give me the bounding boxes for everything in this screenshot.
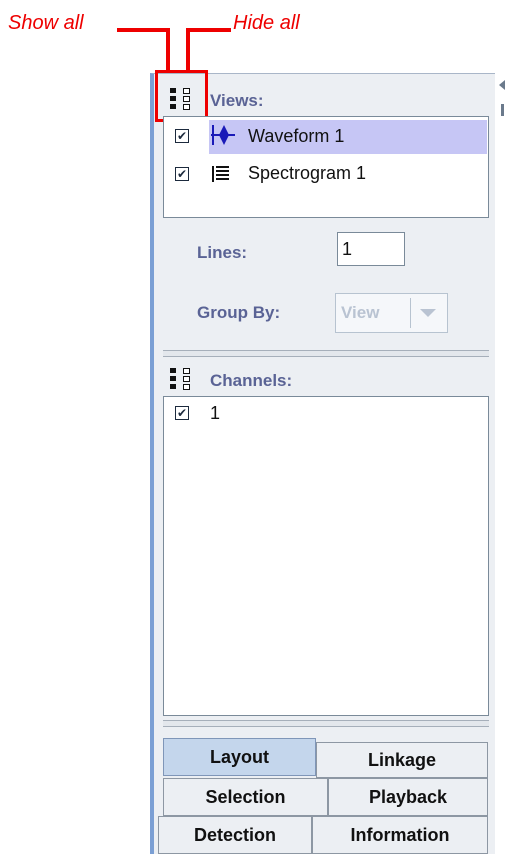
hide-all-callout: Hide all (233, 12, 300, 34)
group-by-value: View (341, 303, 380, 322)
group-by-label: Group By: (197, 303, 281, 322)
show-all-icon[interactable] (168, 88, 178, 110)
tab-layout[interactable]: Layout (163, 738, 316, 776)
tab-information[interactable]: Information (312, 816, 488, 854)
channels-item-checkbox[interactable]: ✔ (175, 406, 189, 420)
group-by-separator (410, 298, 411, 328)
hide-all-channels-icon[interactable] (182, 368, 192, 390)
group-by-select[interactable]: View (335, 293, 448, 333)
bottom-divider[interactable] (163, 720, 489, 727)
tab-playback[interactable]: Playback (328, 778, 488, 816)
scroll-left-icon[interactable] (499, 80, 505, 90)
hide-all-icon[interactable] (182, 88, 192, 110)
tab-selection[interactable]: Selection (163, 778, 328, 816)
tab-detection[interactable]: Detection (158, 816, 312, 854)
channels-list[interactable] (163, 396, 489, 716)
show-all-callout: Show all (8, 12, 84, 34)
hide-all-leader-line (186, 28, 231, 32)
views-item-label[interactable]: Spectrogram 1 (248, 163, 366, 184)
channels-item-label[interactable]: 1 (210, 403, 220, 424)
hide-all-leader-drop (186, 28, 190, 73)
channels-title: Channels: (210, 371, 293, 390)
views-title: Views: (210, 91, 264, 110)
split-divider[interactable] (163, 350, 489, 357)
chevron-down-icon[interactable] (420, 309, 436, 317)
waveform-icon (211, 123, 235, 147)
show-all-channels-icon[interactable] (168, 368, 178, 390)
panel-edge (501, 104, 504, 116)
show-all-leader-line (117, 28, 170, 32)
views-item-label[interactable]: Waveform 1 (248, 126, 344, 147)
views-item-checkbox[interactable]: ✔ (175, 167, 189, 181)
lines-label: Lines: (197, 243, 248, 262)
spectrogram-icon (211, 164, 231, 184)
show-all-leader-drop (166, 28, 170, 73)
tab-linkage[interactable]: Linkage (316, 742, 488, 778)
views-item-checkbox[interactable]: ✔ (175, 129, 189, 143)
lines-input[interactable]: 1 (337, 232, 405, 266)
